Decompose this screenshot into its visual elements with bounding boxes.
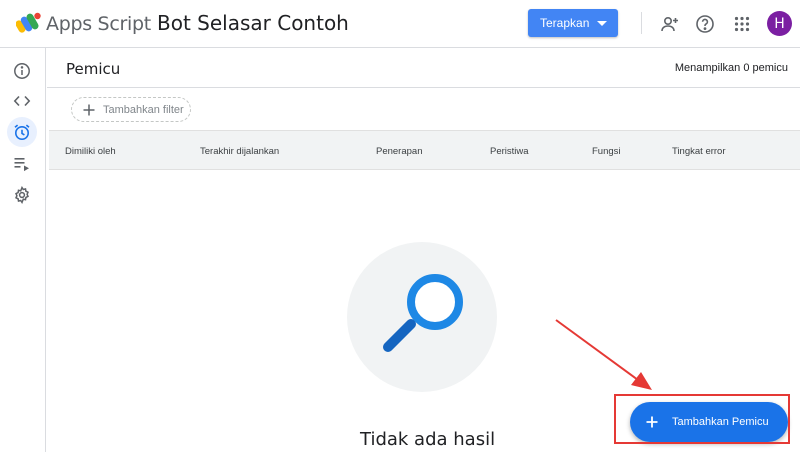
add-person-icon[interactable] bbox=[658, 12, 682, 36]
help-icon[interactable] bbox=[693, 12, 717, 36]
column-header-error-rate[interactable]: Tingkat error bbox=[672, 146, 726, 157]
project-title[interactable]: Bot Selasar Contoh bbox=[157, 11, 349, 35]
add-trigger-label: Tambahkan Pemicu bbox=[672, 416, 769, 428]
add-filter-button[interactable]: Tambahkan filter bbox=[71, 97, 191, 122]
add-trigger-button[interactable]: Tambahkan Pemicu bbox=[630, 402, 788, 442]
plus-icon bbox=[83, 104, 95, 115]
apps-script-triggers-page: Apps Script Bot Selasar Contoh Terapkan bbox=[0, 0, 800, 452]
sidebar-item-triggers[interactable] bbox=[7, 117, 37, 147]
column-header-event[interactable]: Peristiwa bbox=[490, 146, 529, 157]
info-icon bbox=[14, 63, 30, 79]
top-bar: Apps Script Bot Selasar Contoh Terapkan bbox=[0, 0, 800, 48]
toolbar-divider bbox=[641, 12, 642, 34]
add-filter-label: Tambahkan filter bbox=[103, 103, 184, 116]
panel-header: Pemicu Menampilkan 0 pemicu bbox=[47, 48, 800, 88]
trigger-count: Menampilkan 0 pemicu bbox=[674, 62, 788, 74]
sidebar-item-settings[interactable] bbox=[7, 180, 37, 210]
app-name: Apps Script bbox=[46, 13, 151, 35]
gear-icon bbox=[15, 186, 29, 204]
empty-state-text: Tidak ada hasil bbox=[360, 429, 496, 450]
magnifier-icon bbox=[383, 274, 463, 352]
alarm-clock-icon bbox=[14, 124, 30, 140]
code-icon bbox=[13, 95, 31, 107]
triggers-panel: Pemicu Menampilkan 0 pemicu Tambahkan fi… bbox=[47, 48, 800, 452]
empty-state-illustration bbox=[347, 242, 497, 392]
column-header-function[interactable]: Fungsi bbox=[592, 146, 621, 157]
column-header-deployment[interactable]: Penerapan bbox=[376, 146, 422, 157]
chevron-down-icon bbox=[597, 21, 607, 26]
deploy-button[interactable]: Terapkan bbox=[528, 9, 618, 37]
column-header-last-run[interactable]: Terakhir dijalankan bbox=[200, 146, 279, 157]
avatar[interactable]: H bbox=[767, 11, 792, 36]
apps-grid-icon[interactable] bbox=[730, 12, 754, 36]
sidebar-item-executions[interactable] bbox=[7, 149, 37, 179]
sidebar-item-overview[interactable] bbox=[7, 56, 37, 86]
table-header: Dimiliki oleh Terakhir dijalankan Penera… bbox=[49, 130, 800, 170]
plus-icon bbox=[646, 416, 658, 428]
column-header-owner[interactable]: Dimiliki oleh bbox=[65, 146, 116, 157]
page-title: Pemicu bbox=[66, 60, 121, 78]
sidebar-item-editor[interactable] bbox=[7, 86, 37, 116]
avatar-initial: H bbox=[774, 15, 785, 32]
list-run-icon bbox=[14, 158, 29, 172]
left-navigation-rail bbox=[0, 48, 46, 452]
deploy-button-label: Terapkan bbox=[540, 16, 590, 30]
apps-script-logo bbox=[16, 12, 41, 33]
